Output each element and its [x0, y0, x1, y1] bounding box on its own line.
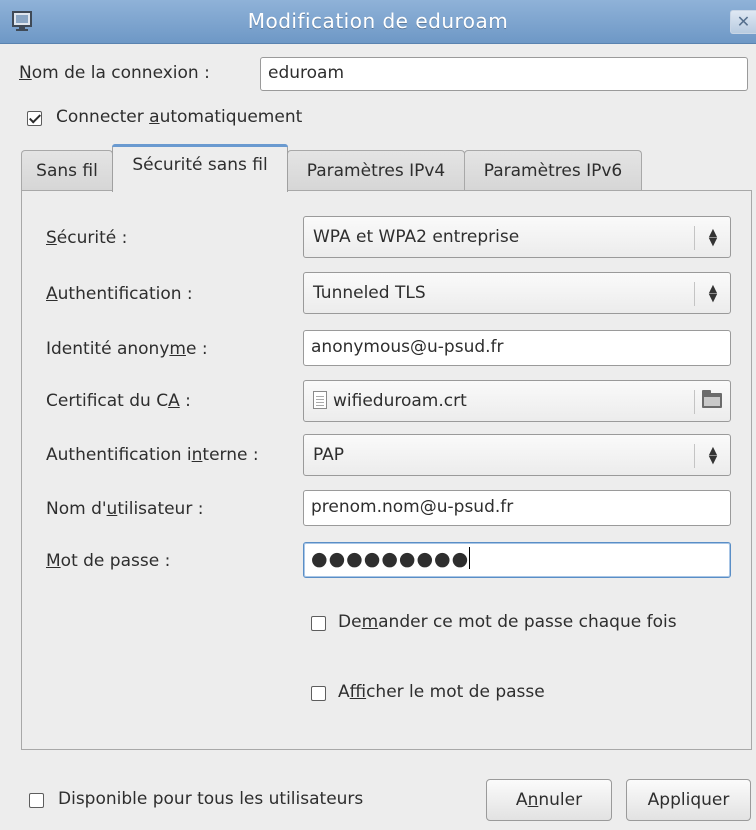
combo-arrows-icon: ▲ ▼ [708, 282, 718, 304]
close-icon: ✕ [736, 12, 751, 31]
autoconnect-checkbox[interactable] [27, 111, 42, 126]
ca-certificate-filename: wifieduroam.crt [333, 391, 467, 411]
text-cursor [469, 547, 471, 569]
tab-securite-sans-fil[interactable]: Sécurité sans fil [112, 144, 288, 192]
password-input[interactable]: ●●●●●●●●● [303, 542, 731, 578]
password-value: ●●●●●●●●● [311, 548, 470, 570]
anonymous-identity-input[interactable]: anonymous@u-psud.fr [303, 330, 731, 366]
inner-authentication-select-value: PAP [313, 445, 345, 465]
combo-arrows-icon: ▲ ▼ [708, 444, 718, 466]
show-password-label[interactable]: Afficher le mot de passe [338, 682, 545, 702]
window-titlebar[interactable]: Modification de eduroam ✕ [0, 0, 756, 44]
tab-parametres-ipv4[interactable]: Paramètres IPv4 [287, 150, 465, 190]
folder-icon [702, 390, 722, 408]
username-input[interactable]: prenom.nom@u-psud.fr [303, 490, 731, 526]
cancel-button[interactable]: Annuler [486, 779, 612, 821]
all-users-checkbox[interactable] [29, 793, 44, 808]
window-title: Modification de eduroam [247, 9, 509, 33]
security-select[interactable]: WPA et WPA2 entreprise ▲ ▼ [303, 216, 731, 258]
tab-sans-fil[interactable]: Sans fil [21, 150, 113, 190]
autoconnect-label[interactable]: Connecter automatiquement [56, 107, 302, 127]
tab-parametres-ipv6[interactable]: Paramètres IPv6 [464, 150, 642, 190]
ca-certificate-file-chooser[interactable]: wifieduroam.crt [303, 380, 731, 422]
connection-name-input[interactable]: eduroam [260, 57, 748, 91]
inner-authentication-select[interactable]: PAP ▲ ▼ [303, 434, 731, 476]
show-password-checkbox[interactable] [311, 686, 326, 701]
file-icon [313, 391, 327, 409]
close-button[interactable]: ✕ [730, 10, 756, 34]
combo-arrows-icon: ▲ ▼ [708, 226, 718, 248]
authentication-select[interactable]: Tunneled TLS ▲ ▼ [303, 272, 731, 314]
ask-password-label[interactable]: Demander ce mot de passe chaque fois [338, 612, 677, 632]
all-users-label[interactable]: Disponible pour tous les utilisateurs [58, 789, 363, 809]
security-select-value: WPA et WPA2 entreprise [313, 227, 520, 247]
connection-name-label: Nom de la connexion : [19, 63, 210, 83]
ask-password-checkbox[interactable] [311, 616, 326, 631]
authentication-select-value: Tunneled TLS [313, 283, 426, 303]
apply-button[interactable]: Appliquer [626, 779, 751, 821]
